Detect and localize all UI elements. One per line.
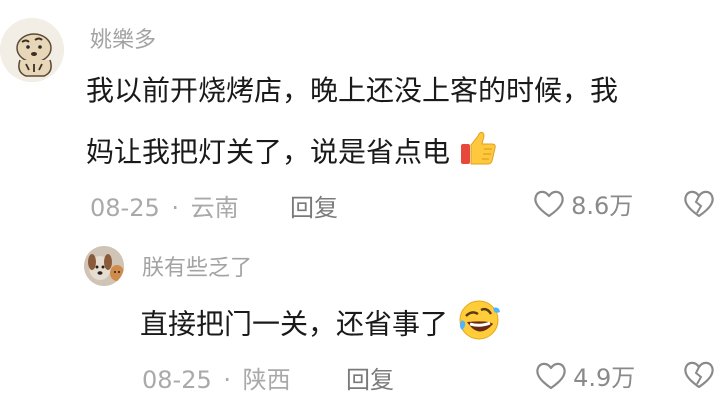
meta-separator: · bbox=[171, 194, 180, 222]
reply-button[interactable]: 回复 bbox=[290, 188, 338, 223]
avatar[interactable] bbox=[0, 18, 64, 82]
broken-heart-icon bbox=[684, 190, 714, 218]
heart-outline-icon bbox=[536, 362, 566, 389]
like-count: 8.6万 bbox=[571, 192, 634, 220]
like-button[interactable]: 4.9万 bbox=[534, 358, 635, 394]
avatar[interactable] bbox=[84, 246, 124, 286]
comment-text: 我以前开烧烤店，晚上还没上客的时候，我 bbox=[86, 74, 619, 107]
dislike-button[interactable] bbox=[682, 189, 716, 223]
comment-location: 陕西 bbox=[242, 366, 291, 394]
like-count: 4.9万 bbox=[573, 364, 636, 392]
comment-text-line: 妈让我把灯关了，说是省点电 bbox=[86, 128, 499, 179]
rolling-laughing-emoji-icon bbox=[457, 298, 501, 353]
dog-cat-avatar-icon bbox=[84, 246, 124, 286]
heart-outline-icon bbox=[534, 190, 564, 217]
broken-heart-icon bbox=[684, 361, 714, 389]
reply-button[interactable]: 回复 bbox=[346, 360, 394, 395]
comment-date: 08-25 bbox=[142, 366, 212, 394]
comment-location: 云南 bbox=[190, 194, 239, 222]
comment-date: 08-25 bbox=[90, 194, 160, 222]
comment-username[interactable]: 朕有些乏了 bbox=[142, 250, 252, 282]
comment-text: 直接把门一关，还省事了 bbox=[140, 307, 449, 341]
comment-text-line: 直接把门一关，还省事了 bbox=[140, 298, 501, 353]
comment-text: 妈让我把灯关了，说是省点电 bbox=[86, 135, 451, 169]
dislike-button[interactable] bbox=[682, 360, 716, 394]
thumbs-up-emoji-icon bbox=[459, 128, 499, 179]
meta-separator: · bbox=[223, 366, 232, 394]
comment-username[interactable]: 姚樂多 bbox=[90, 22, 156, 54]
comment-meta: 08-25 · 云南 bbox=[90, 188, 239, 223]
tiger-avatar-icon bbox=[0, 18, 64, 82]
comment-text-line: 我以前开烧烤店，晚上还没上客的时候，我 bbox=[86, 71, 618, 111]
comment-meta: 08-25 · 陕西 bbox=[142, 360, 291, 395]
like-button[interactable]: 8.6万 bbox=[532, 186, 633, 222]
